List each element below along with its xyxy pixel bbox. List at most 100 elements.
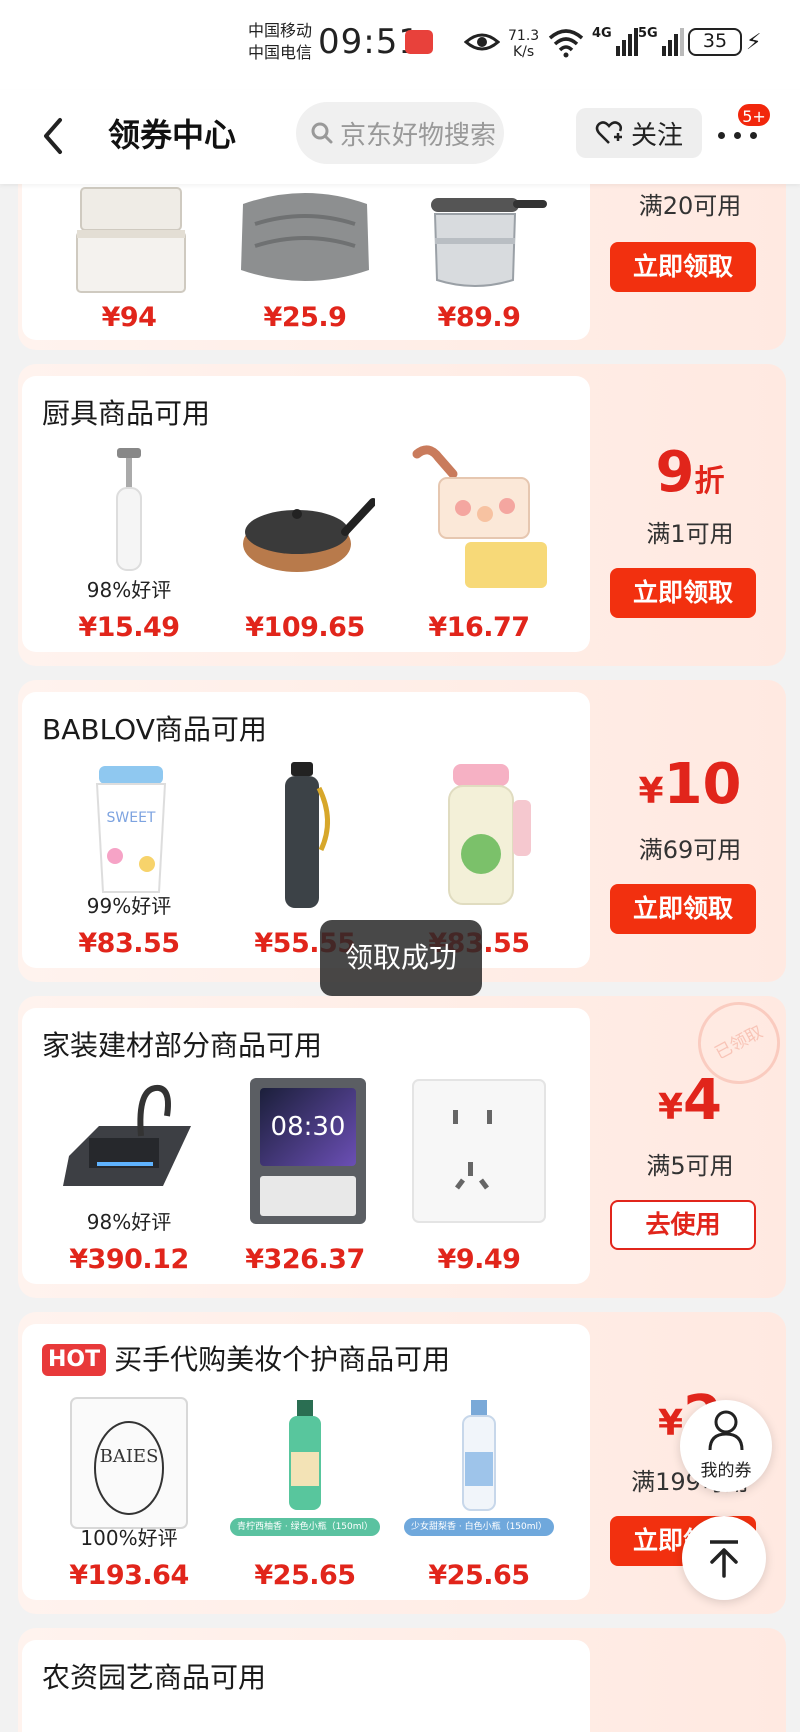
product-image: BAIES <box>70 1397 188 1529</box>
product-review-rate: 98%好评 <box>86 578 172 602</box>
product-price: ¥83.55 <box>78 928 180 959</box>
product-caption: 少女甜梨香 · 白色小瓶（150ml） <box>404 1518 554 1536</box>
coupon-value-unit: 折 <box>694 464 725 499</box>
product-review-rate: 99%好评 <box>86 894 172 918</box>
app-notification-icon <box>405 30 433 54</box>
claim-coupon-button[interactable]: 立即领取 <box>610 568 756 618</box>
network-speed: 71.3 K/s <box>508 28 539 60</box>
search-box[interactable]: 京东好物搜索 <box>296 102 504 164</box>
eye-icon <box>464 33 500 51</box>
product-image <box>462 1400 496 1511</box>
back-arrow-icon[interactable] <box>34 114 74 158</box>
coupon-card: 已领取 家装建材部分商品可用 98%好评 ¥390.12 08:30 ¥326.… <box>18 996 786 1298</box>
product-image: 08:30 <box>250 1078 366 1224</box>
product-image <box>116 448 142 571</box>
svg-text:BAIES: BAIES <box>100 1446 159 1467</box>
product-item[interactable]: 青柠西柚香 · 绿色小瓶（150ml） ¥25.65 <box>230 1392 380 1592</box>
back-to-top-button[interactable] <box>682 1516 766 1600</box>
coupon-value-number: 10 <box>663 752 742 817</box>
use-coupon-button[interactable]: 去使用 <box>610 1200 756 1250</box>
product-item[interactable]: BAIES 100%好评 ¥193.64 <box>54 1392 204 1592</box>
claim-coupon-button[interactable]: 立即领取 <box>610 242 756 292</box>
product-item[interactable]: ¥25.9 <box>230 184 380 344</box>
top-nav-bar: 领券中心 京东好物搜索 关注 5+ <box>0 90 800 184</box>
product-price: ¥390.12 <box>69 1244 189 1275</box>
coupon-value: ¥10 <box>594 752 786 817</box>
product-review-rate: 100%好评 <box>80 1526 178 1550</box>
coupon-card: 厨具商品可用 98%好评 ¥15.49 ¥109.65 ¥16.77 9折 满1… <box>18 364 786 666</box>
product-item[interactable]: ¥9.49 <box>404 1076 554 1276</box>
product-review-rate: 98%好评 <box>86 1210 172 1234</box>
product-image <box>431 198 547 287</box>
product-image <box>412 1079 546 1223</box>
coupon-value-number: 9 <box>655 440 695 505</box>
product-image: SWEET <box>95 766 167 893</box>
product-price: ¥109.65 <box>245 612 365 643</box>
message-count-badge: 5+ <box>736 102 772 128</box>
product-item[interactable]: 98%好评 ¥390.12 <box>54 1076 204 1276</box>
net-speed-value: 71.3 <box>508 28 540 44</box>
claim-coupon-button[interactable]: 立即领取 <box>610 884 756 934</box>
charging-icon: ⚡ <box>746 30 762 55</box>
product-price: ¥16.77 <box>428 612 530 643</box>
coupon-condition: 满1可用 <box>646 520 734 548</box>
coupon-value: 9折 <box>594 440 786 505</box>
product-price: ¥25.65 <box>254 1560 356 1591</box>
battery-icon: 35 <box>688 28 742 56</box>
currency-symbol: ¥ <box>638 771 664 812</box>
net-speed-unit: K/s <box>512 44 535 60</box>
signal-4g-icon: 4G <box>592 26 640 58</box>
page-title: 领券中心 <box>108 116 237 154</box>
follow-button[interactable]: 关注 <box>576 108 702 158</box>
product-image <box>241 193 369 281</box>
coupon-condition: 满69可用 <box>638 836 742 864</box>
hot-badge: HOT <box>42 1344 107 1376</box>
my-coupons-label: 我的券 <box>700 1461 752 1481</box>
product-price: ¥25.9 <box>263 302 347 333</box>
product-price: ¥9.49 <box>437 1244 521 1275</box>
product-item[interactable]: 98%好评 ¥15.49 <box>54 444 204 644</box>
product-item[interactable]: 少女甜梨香 · 白色小瓶（150ml） ¥25.65 <box>404 1392 554 1592</box>
product-image <box>63 1084 191 1186</box>
product-image <box>448 764 531 905</box>
carrier-info: 中国移动 中国电信 <box>248 20 312 64</box>
coupon-scope-title-text: 买手代购美妆个护商品可用 <box>114 1343 451 1376</box>
coupon-card: 农资园艺商品可用 <box>18 1628 786 1732</box>
coupon-card: ¥94 ¥25.9 ¥89.9 满20可用 立即领取 <box>18 184 786 350</box>
coupon-scope-title: 农资园艺商品可用 <box>42 1661 267 1694</box>
toast-message: 领取成功 <box>320 920 482 996</box>
product-item[interactable]: 08:30 ¥326.37 <box>230 1076 380 1276</box>
product-image <box>76 187 186 293</box>
product-item[interactable]: ¥89.9 <box>404 184 554 344</box>
follow-label: 关注 <box>630 120 683 151</box>
coupon-scope-title: BABLOV商品可用 <box>42 713 267 746</box>
product-price: ¥25.65 <box>428 1560 530 1591</box>
wifi-icon <box>548 29 584 58</box>
product-item[interactable]: ¥16.77 <box>404 444 554 644</box>
my-coupons-button[interactable]: 我的券 <box>680 1400 772 1492</box>
svg-text:SWEET: SWEET <box>107 810 156 826</box>
signal-5g-icon: 5G <box>638 26 686 58</box>
carrier-2: 中国电信 <box>248 43 313 62</box>
product-image <box>243 498 375 572</box>
currency-symbol: ¥ <box>657 1087 684 1128</box>
coupon-scope-title: HOT 买手代购美妆个护商品可用 <box>42 1338 450 1378</box>
product-price: ¥193.64 <box>69 1560 189 1591</box>
status-bar: 中国移动 中国电信 09:51 71.3 K/s 4G 5G 35 ⚡ <box>0 0 800 90</box>
search-placeholder: 京东好物搜索 <box>340 120 497 151</box>
currency-symbol: ¥ <box>657 1403 684 1444</box>
product-price: ¥326.37 <box>245 1244 365 1275</box>
search-icon <box>311 122 333 144</box>
product-image <box>289 1400 321 1510</box>
product-price: ¥15.49 <box>78 612 180 643</box>
arrow-up-icon <box>710 1540 738 1578</box>
user-icon <box>708 1410 744 1451</box>
coupon-condition: 满5可用 <box>646 1152 734 1180</box>
switch-screen-time: 08:30 <box>260 1088 356 1166</box>
product-caption: 青柠西柚香 · 绿色小瓶（150ml） <box>230 1518 380 1536</box>
product-item[interactable]: ¥109.65 <box>230 444 380 644</box>
product-item[interactable]: SWEET 99%好评 ¥83.55 <box>54 760 204 960</box>
coupon-scope-title: 家装建材部分商品可用 <box>42 1029 323 1062</box>
coupon-condition: 满20可用 <box>638 192 742 220</box>
product-item[interactable]: ¥94 <box>54 184 204 344</box>
